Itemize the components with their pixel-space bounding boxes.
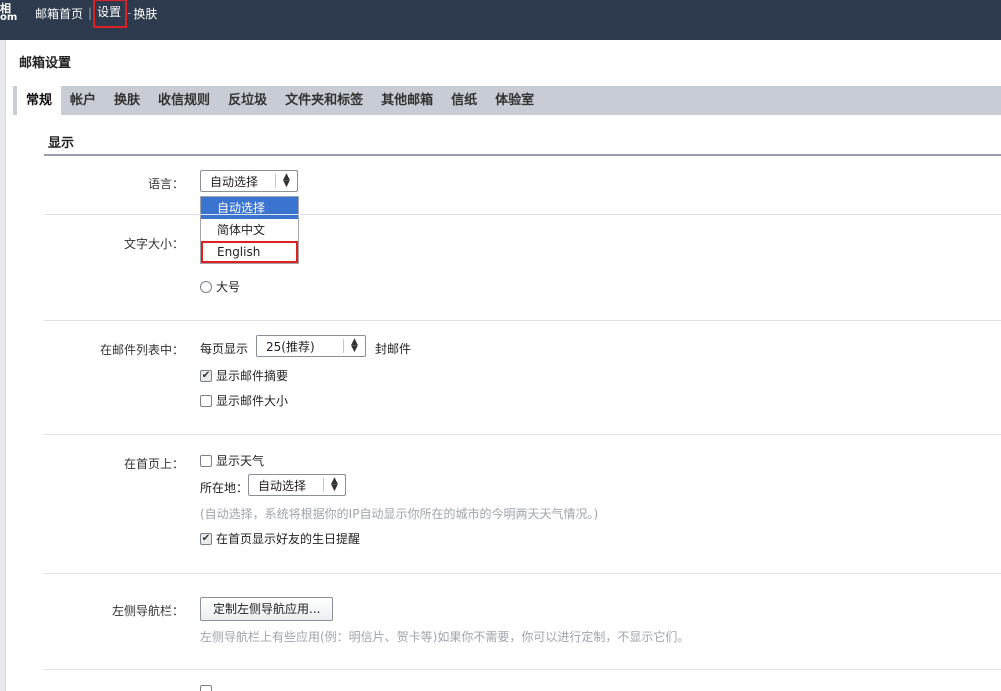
checkmark-icon[interactable]: ✔ [200, 532, 212, 545]
chevron-updown-icon: ▲ ▼ [343, 338, 365, 354]
location-select-value: 自动选择 [258, 478, 307, 493]
language-select[interactable]: 自动选择 ▲ ▼ [200, 170, 298, 192]
tab-folders-labels[interactable]: 文件夹和标签 [276, 86, 372, 115]
language-select-value: 自动选择 [210, 174, 259, 189]
per-page-prefix: 每页显示 [200, 342, 249, 356]
language-dropdown: 自动选择 简体中文 English [200, 196, 299, 264]
location-label: 所在地： [200, 481, 249, 495]
chevron-updown-icon: ▲ ▼ [275, 173, 297, 189]
birthday-reminder-checkbox[interactable]: ✔ 在首页显示好友的生日提醒 [200, 530, 360, 547]
per-page-suffix: 封邮件 [375, 342, 412, 356]
page-title: 邮箱设置 [19, 56, 72, 71]
section-divider [44, 154, 1001, 156]
checkmark-icon[interactable]: ✔ [200, 369, 212, 382]
mail-list-label: 在邮件列表中： [99, 343, 184, 357]
location-select[interactable]: 自动选择 ▲ ▼ [248, 474, 346, 496]
tab-anti-spam[interactable]: 反垃圾 [219, 86, 276, 115]
language-option-english[interactable]: English [201, 241, 298, 263]
left-sidebar-edge [0, 40, 6, 691]
show-size-label: 显示邮件大小 [216, 394, 289, 408]
tab-account[interactable]: 帐户 [61, 86, 105, 115]
settings-tabs: 常规 帐户 换肤 收信规则 反垃圾 文件夹和标签 其他邮箱 信纸 体验室 [13, 86, 1001, 115]
birthday-reminder-label: 在首页显示好友的生日提醒 [216, 532, 361, 546]
font-size-large-label: 大号 [216, 280, 241, 294]
checkbox-empty[interactable] [200, 454, 212, 467]
font-size-large-option[interactable]: 大号 [200, 278, 240, 295]
nav-mail-home[interactable]: 邮箱首页 [35, 5, 83, 22]
tab-mail-rules[interactable]: 收信规则 [149, 86, 219, 115]
homepage-label: 在首页上： [123, 457, 184, 471]
partial-checkbox[interactable] [200, 685, 216, 691]
per-page-select[interactable]: 25(推荐) ▲ ▼ [256, 335, 366, 357]
show-summary-label: 显示邮件摘要 [216, 369, 289, 383]
row-divider [44, 214, 1001, 215]
language-label: 语言： [147, 177, 184, 191]
radio-button[interactable] [200, 280, 212, 293]
top-bar: 相 om 邮箱首页 | 设置 - 换肤 [0, 0, 1001, 40]
chevron-updown-icon: ▲ ▼ [323, 477, 345, 493]
section-title-display: 显示 [48, 136, 75, 151]
language-option-zh-cn[interactable]: 简体中文 [201, 219, 298, 241]
show-size-checkbox[interactable]: 显示邮件大小 [200, 392, 288, 409]
show-weather-label: 显示天气 [216, 454, 265, 468]
row-divider [44, 434, 1001, 435]
tab-general[interactable]: 常规 [17, 86, 62, 115]
weather-hint: (自动选择，系统将根据你的IP自动显示你所在的城市的今明两天天气情况。) [200, 507, 599, 521]
checkbox-empty[interactable] [200, 394, 212, 407]
top-nav: 邮箱首页 | 设置 - 换肤 [35, 0, 157, 28]
nav-separator: - [127, 6, 132, 20]
show-weather-checkbox[interactable]: 显示天气 [200, 452, 264, 469]
per-page-select-value: 25(推荐) [266, 339, 315, 354]
logo-text-2: om [0, 12, 18, 23]
row-divider [44, 320, 1001, 321]
nav-settings[interactable]: 设置 [93, 0, 128, 28]
tab-lab[interactable]: 体验室 [486, 86, 543, 115]
language-option-auto[interactable]: 自动选择 [201, 197, 298, 219]
checkbox-empty[interactable] [200, 685, 212, 691]
nav-skin[interactable]: 换肤 [133, 5, 157, 22]
tab-skin[interactable]: 换肤 [105, 86, 149, 115]
left-nav-label: 左侧导航栏： [111, 604, 184, 618]
tab-stationery[interactable]: 信纸 [442, 86, 486, 115]
customize-left-nav-button[interactable]: 定制左侧导航应用... [200, 597, 334, 621]
font-size-label: 文字大小： [123, 237, 184, 251]
tab-other-mailboxes[interactable]: 其他邮箱 [372, 86, 442, 115]
show-summary-checkbox[interactable]: ✔ 显示邮件摘要 [200, 367, 288, 384]
left-nav-hint: 左侧导航栏上有些应用(例：明信片、贺卡等)如果你不需要，你可以进行定制，不显示它… [200, 630, 690, 644]
row-divider [44, 669, 1001, 670]
nav-separator: | [88, 6, 93, 20]
row-divider [44, 573, 1001, 574]
